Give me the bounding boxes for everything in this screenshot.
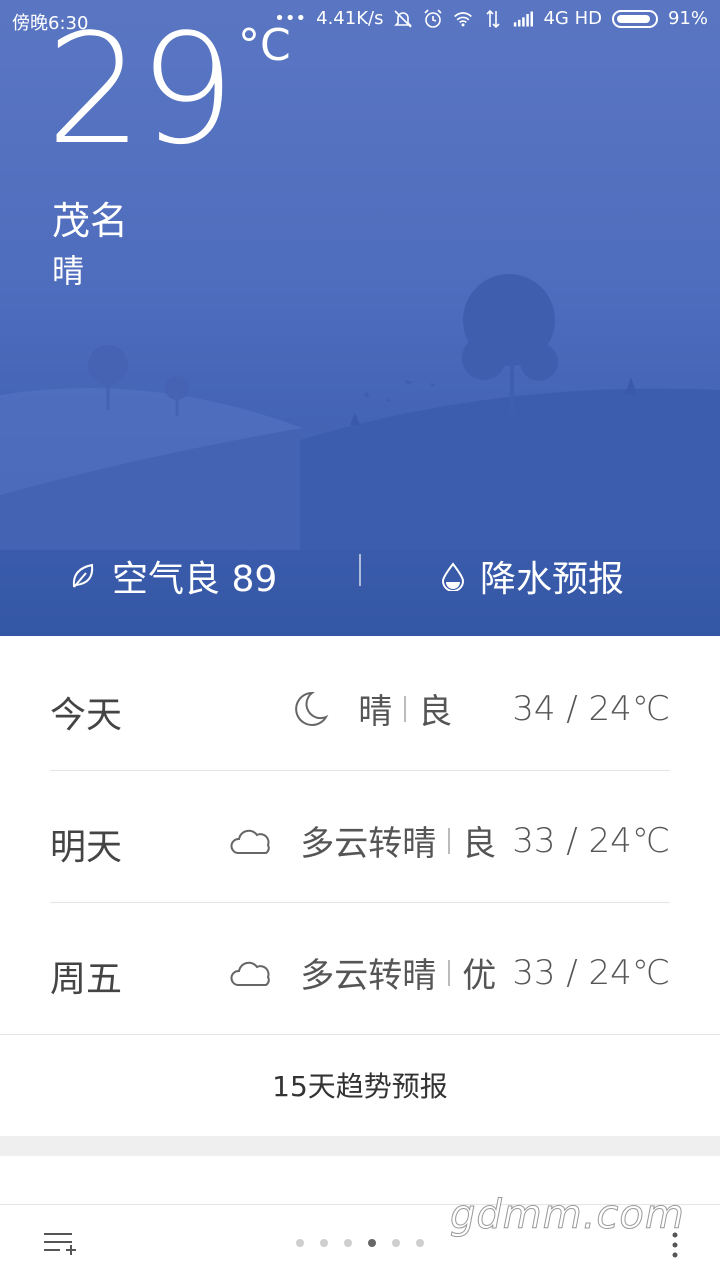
forecast-row-friday[interactable]: 周五 多云转晴 优 33 / 24℃ — [50, 902, 670, 1035]
wifi-icon — [454, 11, 473, 26]
section-gap — [0, 1136, 720, 1156]
forecast-row-today[interactable]: 今天 晴 良 34 / 24℃ — [50, 638, 670, 771]
forecast-temps: 34 / 24℃ — [512, 688, 670, 729]
page-dot — [416, 1239, 424, 1247]
battery-icon — [611, 9, 658, 28]
forecast-weather: 晴 — [358, 692, 393, 732]
forecast-weather: 多云转晴 — [300, 956, 437, 996]
forecast-day: 周五 — [50, 959, 123, 1000]
city-manage-icon[interactable] — [42, 1229, 76, 1259]
air-quality-label: 空气良 89 — [112, 559, 278, 600]
forecast-aqi: 良 — [418, 692, 453, 732]
data-transfer-icon — [486, 9, 501, 28]
watermark: gdmm.com — [450, 1192, 685, 1239]
forecast-row-tomorrow[interactable]: 明天 多云转晴 良 33 / 24℃ — [50, 770, 670, 903]
trend-forecast-button[interactable]: 15天趋势预报 — [0, 1034, 720, 1137]
current-temperature: 29 — [46, 1, 235, 178]
city-name[interactable]: 茂名 — [52, 190, 128, 245]
separator — [404, 695, 407, 722]
rain-forecast-button[interactable]: 降水预报 — [440, 550, 624, 602]
cloud-icon — [230, 961, 270, 986]
temperature-unit: °C — [238, 20, 291, 71]
page-indicator — [296, 1239, 424, 1247]
forecast-day: 今天 — [50, 695, 123, 736]
page-dot — [320, 1239, 328, 1247]
forecast-aqi: 优 — [462, 956, 497, 996]
separator — [448, 827, 451, 854]
alarm-icon — [424, 8, 443, 28]
air-quality-button[interactable]: 空气良 89 — [68, 550, 277, 602]
forecast-day: 明天 — [50, 827, 123, 868]
forecast-temps: 33 / 24℃ — [512, 820, 670, 861]
battery-percent: 91% — [667, 8, 708, 29]
mute-bell-icon — [394, 9, 413, 28]
moon-icon — [295, 691, 329, 726]
separator — [448, 959, 451, 986]
weather-hero: 傍晚6:30 ••• 4.41K/s 4G HD 91% 29 °C 茂名 晴 — [0, 0, 720, 636]
page-dot — [296, 1239, 304, 1247]
page-dot — [392, 1239, 400, 1247]
page-dot — [344, 1239, 352, 1247]
network-type: 4G HD — [543, 8, 602, 29]
forecast-weather: 多云转晴 — [300, 824, 437, 864]
hero-actions: 空气良 89 降水预报 — [0, 540, 720, 604]
forecast-temps: 33 / 24℃ — [512, 952, 670, 993]
page-dot — [368, 1239, 376, 1247]
forecast-aqi: 良 — [462, 824, 497, 864]
rain-forecast-label: 降水预报 — [480, 559, 625, 600]
cloud-icon — [230, 829, 270, 854]
signal-icon — [514, 11, 534, 26]
landscape-illustration — [0, 274, 720, 550]
hero-divider — [359, 554, 361, 586]
net-speed: 4.41K/s — [316, 8, 384, 29]
raindrop-icon — [441, 562, 465, 591]
leaf-icon — [72, 563, 94, 588]
